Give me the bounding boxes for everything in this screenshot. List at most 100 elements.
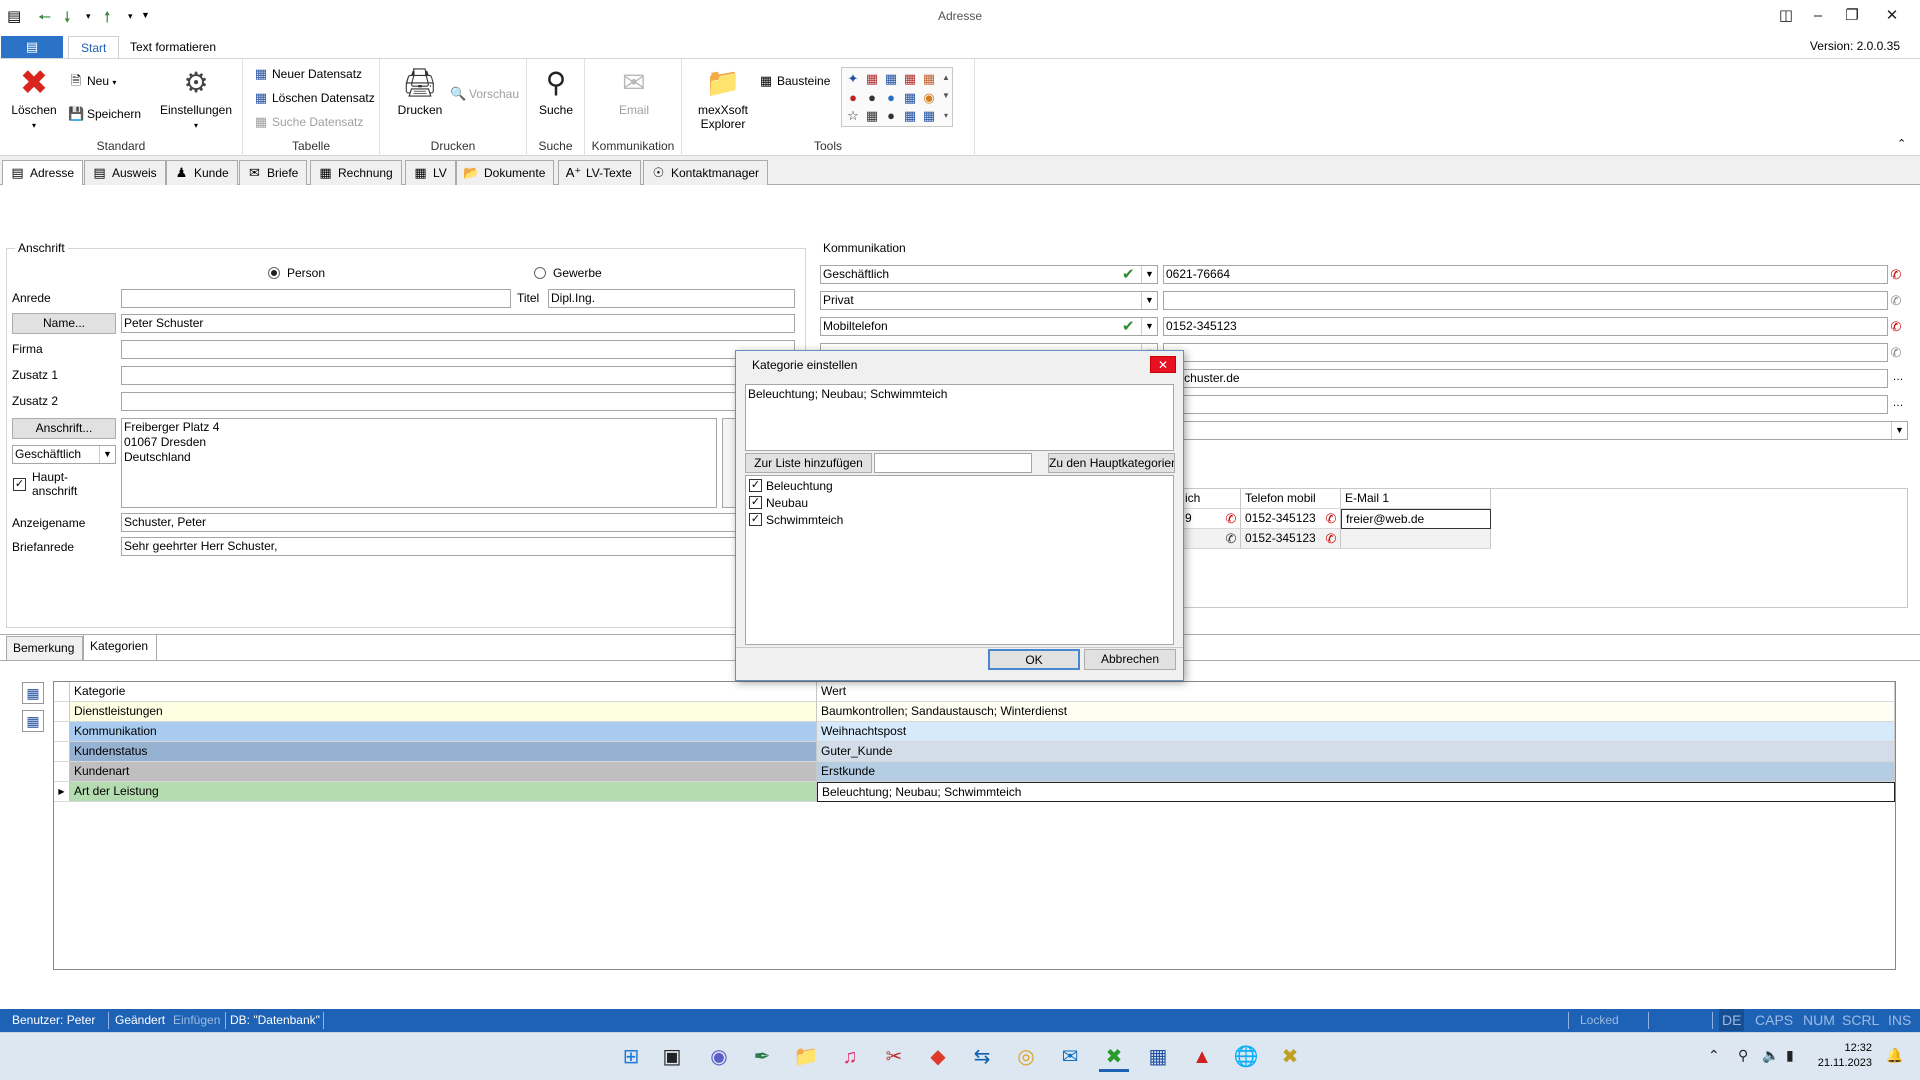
comm-type-select[interactable]: Privat ▼ — [820, 291, 1158, 310]
tab-dokumente[interactable]: 📂 Dokumente — [456, 160, 555, 185]
anrede-input[interactable] — [121, 289, 511, 308]
email-button[interactable]: ✉ Email — [609, 67, 659, 117]
firma-input[interactable] — [121, 340, 795, 359]
tool-icon[interactable]: ● — [864, 90, 880, 106]
settings-button[interactable]: ⚙ Einstellungen ▾ — [158, 67, 234, 133]
music-app-icon[interactable]: ♫ — [835, 1042, 865, 1072]
tab-lv[interactable]: ▦ LV — [405, 160, 456, 185]
cancel-button[interactable]: Abbrechen — [1084, 649, 1176, 670]
clock[interactable]: 12:32 21.11.2023 — [1816, 1041, 1872, 1071]
category-text-area[interactable]: Beleuchtung; Neubau; Schwimmteich — [745, 384, 1174, 451]
radio-person[interactable] — [268, 267, 280, 279]
file-menu-button[interactable]: ▤ — [1, 36, 63, 58]
category-row[interactable]: Kommunikation Weihnachtspost — [54, 722, 1895, 742]
category-row[interactable]: ▶ Art der Leistung Beleuchtung; Neubau; … — [54, 782, 1895, 802]
phone-icon[interactable]: ✆ — [1323, 510, 1339, 527]
comm-value-input[interactable]: @schuster.de — [1163, 369, 1888, 388]
anzeigename-input[interactable]: Schuster, Peter — [121, 513, 795, 532]
haupt-anschrift-checkbox[interactable]: ✓ — [13, 478, 26, 491]
gallery-more-icon[interactable]: ▾ — [938, 108, 954, 124]
mexxsoft-app-icon[interactable]: ✖ — [1099, 1042, 1129, 1072]
tool-icon[interactable]: ▦ — [902, 90, 918, 106]
tool-icon[interactable]: ▦ — [883, 71, 899, 87]
search-button[interactable]: ⚲ Suche — [532, 67, 580, 117]
tab-kategorien[interactable]: Kategorien — [83, 634, 158, 661]
comm-value-input[interactable]: w. — [1163, 395, 1888, 414]
category-row[interactable]: Kundenart Erstkunde — [54, 762, 1895, 782]
mexxsoft-explorer-button[interactable]: 📁 mexXsoft Explorer — [692, 67, 754, 131]
save-button[interactable]: 💾 Speichern — [68, 104, 141, 124]
notification-bell-icon[interactable]: 🔔 — [1886, 1047, 1903, 1064]
checkbox-schwimmteich[interactable]: ✓ — [749, 513, 762, 526]
print-button[interactable]: 🖨 Drucken — [392, 67, 448, 117]
column-header-wert[interactable]: Wert — [817, 682, 1895, 702]
tab-rechnung[interactable]: ▦ Rechnung — [310, 160, 402, 185]
ribbon-tab-text-formatieren[interactable]: Text formatieren — [118, 36, 228, 59]
tool-icon[interactable]: ◉ — [921, 90, 937, 106]
comm-value-input[interactable]: 0152-345123 — [1163, 317, 1888, 336]
new-category-input[interactable] — [874, 453, 1032, 473]
phone-icon[interactable]: ✆ — [1888, 344, 1904, 361]
gallery-down-icon[interactable]: ▼ — [938, 88, 954, 104]
zusatz2-input[interactable] — [121, 392, 795, 411]
briefanrede-input[interactable]: Sehr geehrter Herr Schuster, — [121, 537, 795, 556]
address-type-select[interactable]: Geschäftlich ▼ — [12, 445, 116, 464]
more-options-icon[interactable]: … — [1890, 370, 1906, 387]
tools-gallery[interactable]: ✦ ▦ ▦ ▦ ▦ ● ● ● ▦ ◉ ☆ ▦ ● ▦ ▦ ▲ ▼ ▾ — [841, 67, 953, 127]
anydesk-icon[interactable]: ◆ — [923, 1042, 953, 1072]
globe-app-icon[interactable]: 🌐 — [1231, 1042, 1261, 1072]
windows-start-icon[interactable]: ⊞ — [616, 1042, 646, 1072]
preview-button[interactable]: 🔍 Vorschau — [450, 84, 519, 104]
tool-icon[interactable]: ▦ — [864, 108, 880, 124]
close-button[interactable]: ✕ — [1872, 4, 1912, 28]
acrobat-icon[interactable]: ▲ — [1187, 1042, 1217, 1072]
task-view-icon[interactable]: ▣ — [657, 1042, 687, 1072]
volume-icon[interactable]: 🔈 — [1762, 1047, 1779, 1064]
comm-extra-select[interactable]: ▼ — [1163, 421, 1908, 440]
ribbon-tab-start[interactable]: Start — [68, 36, 120, 59]
column-header-kategorie[interactable]: Kategorie — [70, 682, 817, 702]
anschrift-button[interactable]: Anschrift... — [12, 418, 116, 439]
tool-icon[interactable]: ▦ — [902, 71, 918, 87]
tool-icon[interactable]: ▦ — [921, 71, 937, 87]
phone-icon[interactable]: ✆ — [1888, 318, 1904, 335]
tab-briefe[interactable]: ✉ Briefe — [239, 160, 308, 185]
more-options-icon[interactable]: … — [1890, 396, 1906, 413]
comm-value-input[interactable] — [1163, 343, 1888, 362]
file-explorer-icon[interactable]: 📁 — [791, 1042, 821, 1072]
column-header[interactable]: E-Mail 1 — [1341, 489, 1491, 509]
comm-type-select[interactable]: Geschäftlich ▼ — [820, 265, 1158, 284]
battery-icon[interactable]: ▮ — [1786, 1047, 1794, 1064]
column-header[interactable]: ich — [1181, 489, 1241, 509]
delete-category-icon[interactable]: ▦ — [22, 710, 44, 732]
phone-icon[interactable]: ✆ — [1223, 510, 1239, 527]
column-header[interactable]: Telefon mobil — [1241, 489, 1341, 509]
tool-icon[interactable]: ● — [883, 108, 899, 124]
phone-icon[interactable]: ✆ — [1223, 530, 1239, 547]
phone-icon[interactable]: ✆ — [1888, 266, 1904, 283]
tool-icon[interactable]: ● — [883, 90, 899, 106]
search-record-button[interactable]: ▦ Suche Datensatz — [253, 112, 364, 132]
ok-button[interactable]: OK — [988, 649, 1080, 670]
status-language[interactable]: DE — [1719, 1009, 1745, 1031]
tab-lv-texte[interactable]: A⁺ LV-Texte — [558, 160, 641, 185]
phone-icon[interactable]: ✆ — [1888, 292, 1904, 309]
checkbox-neubau[interactable]: ✓ — [749, 496, 762, 509]
category-row[interactable]: Dienstleistungen Baumkontrollen; Sandaus… — [54, 702, 1895, 722]
comm-value-input[interactable]: 0621-76664 — [1163, 265, 1888, 284]
tab-ausweis[interactable]: ▤ Ausweis — [84, 160, 166, 185]
zusatz1-input[interactable] — [121, 366, 795, 385]
maximize-button[interactable]: ❐ — [1832, 4, 1872, 28]
comm-value-input[interactable] — [1163, 291, 1888, 310]
tool-icon[interactable]: ▦ — [864, 71, 880, 87]
collapse-ribbon-icon[interactable]: ⌃ — [1897, 137, 1906, 150]
tab-adresse[interactable]: ▤ Adresse — [2, 160, 84, 186]
delete-button[interactable]: ✖ Löschen ▾ — [8, 66, 60, 133]
delete-record-button[interactable]: ▦ Löschen Datensatz — [253, 88, 375, 108]
add-to-list-button[interactable]: Zur Liste hinzufügen — [745, 453, 872, 473]
star-icon[interactable]: ☆ — [845, 108, 861, 124]
main-categories-button[interactable]: Zu den Hauptkategorien — [1048, 453, 1175, 473]
app-icon[interactable]: ✖ — [1275, 1042, 1305, 1072]
address-textarea[interactable]: Freiberger Platz 4 01067 Dresden Deutsch… — [121, 418, 717, 508]
name-input[interactable]: Peter Schuster — [121, 314, 795, 333]
